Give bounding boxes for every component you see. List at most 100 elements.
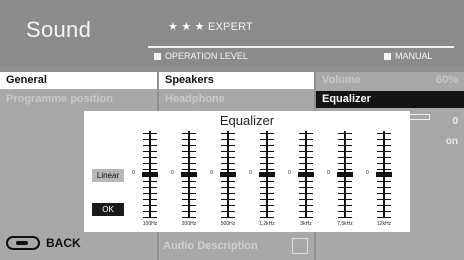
slider-tick bbox=[143, 193, 157, 194]
slider-tick bbox=[299, 169, 313, 170]
slider-tick bbox=[299, 163, 313, 164]
slider-tick bbox=[338, 199, 352, 200]
sound-menu-screen: Sound ★ ★ ★ EXPERT OPERATION LEVEL MANUA… bbox=[0, 0, 464, 260]
slider-knob[interactable] bbox=[376, 172, 392, 177]
band-frequency-label: 100Hz bbox=[142, 221, 158, 227]
menu-item-label: Headphone bbox=[165, 93, 225, 105]
slider-tick bbox=[377, 163, 391, 164]
slider-tick bbox=[182, 145, 196, 146]
slider-tick bbox=[299, 157, 313, 158]
slider-tick bbox=[182, 157, 196, 158]
band-value: 0 bbox=[327, 170, 330, 176]
slider-tick bbox=[260, 133, 274, 134]
slider-tick bbox=[221, 217, 235, 218]
band-value: 0 bbox=[288, 170, 291, 176]
slider-tick bbox=[182, 169, 196, 170]
slider-tick bbox=[260, 181, 274, 182]
menu-item-label: Volume bbox=[322, 74, 361, 86]
band-frequency-label: 200Hz bbox=[181, 221, 197, 227]
slider-knob[interactable] bbox=[298, 172, 314, 177]
side-value-on: on bbox=[445, 136, 458, 147]
eq-band-slider[interactable]: 0 500Hz bbox=[210, 131, 239, 229]
slider-tick bbox=[182, 187, 196, 188]
operation-level-indicator: OPERATION LEVEL bbox=[154, 51, 248, 61]
slider-knob[interactable] bbox=[259, 172, 275, 177]
eq-band-slider[interactable]: 0 1,2kHz bbox=[249, 131, 278, 229]
slider-tick bbox=[377, 145, 391, 146]
slider-tick bbox=[377, 157, 391, 158]
menu-item-general[interactable]: General bbox=[0, 72, 157, 89]
page-title: Sound bbox=[26, 17, 92, 42]
slider-tick bbox=[143, 181, 157, 182]
menu-item-programme-position[interactable]: Programme position bbox=[0, 91, 157, 108]
slider-tick bbox=[377, 151, 391, 152]
slider-tick bbox=[182, 163, 196, 164]
slider-tick bbox=[143, 133, 157, 134]
equalizer-dialog: Equalizer Linear OK 0 100Hz 0 200Hz 0 500Hz 0 1… bbox=[84, 111, 410, 232]
eq-band-slider[interactable]: 0 7,5kHz bbox=[327, 131, 356, 229]
slider-tick bbox=[377, 193, 391, 194]
eq-band-slider[interactable]: 0 3kHz bbox=[288, 131, 317, 229]
manual-indicator: MANUAL bbox=[384, 51, 433, 61]
band-frequency-label: 3kHz bbox=[300, 221, 312, 227]
slider-tick bbox=[221, 151, 235, 152]
slider-tick bbox=[182, 217, 196, 218]
linear-button[interactable]: Linear bbox=[92, 169, 124, 182]
slider-tick bbox=[338, 157, 352, 158]
menu-item-speakers[interactable]: Speakers bbox=[159, 72, 314, 89]
menu-item-label: Speakers bbox=[165, 74, 214, 86]
slider-tick bbox=[221, 211, 235, 212]
slider-knob[interactable] bbox=[337, 172, 353, 177]
menu-item-equalizer[interactable]: Equalizer bbox=[316, 91, 464, 108]
ok-button[interactable]: OK bbox=[92, 203, 124, 216]
slider-tick bbox=[338, 181, 352, 182]
slider-tick bbox=[260, 199, 274, 200]
eq-band-slider[interactable]: 0 12kHz bbox=[366, 131, 395, 229]
slider-tick bbox=[143, 163, 157, 164]
slider-tick bbox=[260, 187, 274, 188]
slider-tick bbox=[182, 181, 196, 182]
slider-tick bbox=[299, 193, 313, 194]
slider-tick bbox=[143, 151, 157, 152]
slider-tick bbox=[221, 199, 235, 200]
menu-item-headphone[interactable]: Headphone bbox=[159, 91, 314, 108]
band-frequency-label: 1,2kHz bbox=[259, 221, 275, 227]
slider-tick bbox=[338, 163, 352, 164]
slider-tick bbox=[221, 181, 235, 182]
menu-item-label: General bbox=[6, 74, 47, 86]
slider-tick bbox=[299, 187, 313, 188]
eq-band-slider[interactable]: 0 200Hz bbox=[171, 131, 200, 229]
square-icon bbox=[384, 52, 391, 60]
slider-tick bbox=[377, 205, 391, 206]
slider-tick bbox=[299, 145, 313, 146]
slider-knob[interactable] bbox=[181, 172, 197, 177]
operation-level-label: OPERATION LEVEL bbox=[165, 51, 248, 61]
slider-tick bbox=[143, 139, 157, 140]
slider-tick bbox=[221, 205, 235, 206]
slider-tick bbox=[338, 151, 352, 152]
slider-tick bbox=[377, 217, 391, 218]
manual-label: MANUAL bbox=[395, 51, 433, 61]
band-value: 0 bbox=[171, 170, 174, 176]
slider-tick bbox=[338, 193, 352, 194]
slider-tick bbox=[299, 181, 313, 182]
band-value: 0 bbox=[249, 170, 252, 176]
slider-tick bbox=[143, 169, 157, 170]
menu-item-label: Programme position bbox=[6, 93, 113, 105]
back-label: BACK bbox=[46, 236, 81, 250]
slider-tick bbox=[260, 193, 274, 194]
menu-item-volume[interactable]: Volume 60% bbox=[316, 72, 464, 89]
slider-tick bbox=[377, 187, 391, 188]
band-frequency-label: 7,5kHz bbox=[337, 221, 353, 227]
slider-knob[interactable] bbox=[142, 172, 158, 177]
slider-knob[interactable] bbox=[220, 172, 236, 177]
band-value: 0 bbox=[132, 170, 135, 176]
band-frequency-label: 12kHz bbox=[376, 221, 392, 227]
slider-tick bbox=[299, 205, 313, 206]
slider-tick bbox=[338, 133, 352, 134]
back-button[interactable]: BACK bbox=[6, 236, 81, 250]
audio-description-checkbox[interactable] bbox=[292, 238, 308, 254]
band-value: 0 bbox=[366, 170, 369, 176]
slider-tick bbox=[377, 211, 391, 212]
eq-band-slider[interactable]: 0 100Hz bbox=[132, 131, 161, 229]
